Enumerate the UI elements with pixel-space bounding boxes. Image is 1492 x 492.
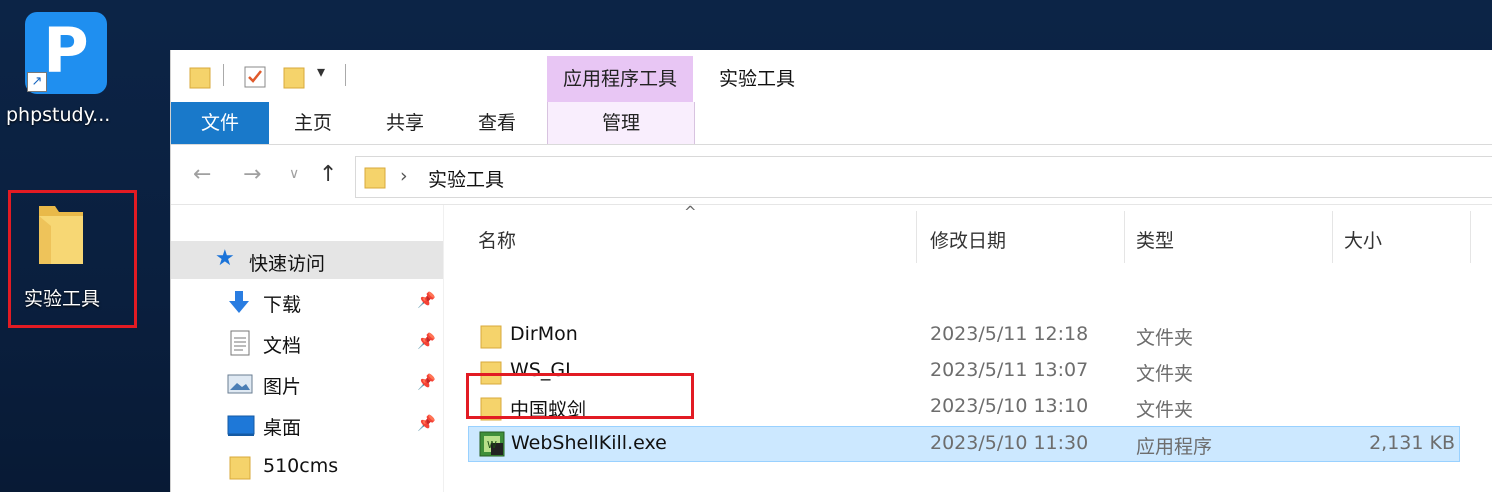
table-row-selected[interactable]: W WebShellKill.exe 2023/5/10 11:30 应用程序 … xyxy=(468,426,1460,462)
file-name: DirMon xyxy=(510,323,578,345)
tab-view[interactable]: 查看 xyxy=(467,102,527,144)
new-folder-icon[interactable] xyxy=(283,64,305,90)
quick-access-toolbar: ▾ 应用程序工具 实验工具 xyxy=(171,50,1492,102)
tab-share[interactable]: 共享 xyxy=(375,102,435,144)
qat-separator xyxy=(223,64,224,86)
document-icon xyxy=(230,330,250,356)
tab-home[interactable]: 主页 xyxy=(283,102,343,144)
up-arrow-icon[interactable]: ↑ xyxy=(319,162,337,187)
highlight-box-desktop-folder xyxy=(8,190,137,328)
nav-item-documents[interactable]: 文档 📌 xyxy=(171,323,443,361)
pin-icon[interactable]: 📌 xyxy=(417,373,436,391)
qat-dropdown-icon[interactable]: ▾ xyxy=(317,62,325,81)
column-divider[interactable] xyxy=(1332,211,1333,263)
highlight-box-webshellkill xyxy=(466,373,694,419)
navigation-pane: ★ 快速访问 下载 📌 文档 📌 图片 📌 桌面 📌 510cms xyxy=(171,205,444,492)
window-title: 实验工具 xyxy=(719,68,796,90)
back-arrow-icon[interactable]: ← xyxy=(193,162,211,187)
file-type: 文件夹 xyxy=(1136,399,1194,421)
file-date: 2023/5/11 13:07 xyxy=(930,359,1089,381)
column-header-type[interactable]: 类型 xyxy=(1136,215,1174,267)
nav-item-quick-access[interactable]: ★ 快速访问 xyxy=(171,241,443,279)
file-type: 应用程序 xyxy=(1136,436,1213,458)
pin-icon[interactable]: 📌 xyxy=(417,332,436,350)
nav-item-label: 图片 xyxy=(263,376,302,398)
file-type: 文件夹 xyxy=(1136,327,1194,349)
folder-icon xyxy=(480,325,502,349)
file-size: 2,131 KB xyxy=(1369,432,1455,454)
nav-item-label: 下载 xyxy=(263,294,302,316)
svg-text:W: W xyxy=(487,440,497,451)
breadcrumb-chevron-icon[interactable]: › xyxy=(400,165,408,187)
nav-item-510cms[interactable]: 510cms xyxy=(171,447,443,485)
desktop-icon-label-phpstudy[interactable]: phpstudy... xyxy=(6,104,110,126)
table-row[interactable]: DirMon 2023/5/11 12:18 文件夹 xyxy=(468,318,1468,354)
contextual-tab-header: 应用程序工具 xyxy=(547,56,693,102)
qat-folder-icon[interactable] xyxy=(189,64,211,90)
download-arrow-icon xyxy=(229,291,249,313)
pin-icon[interactable]: 📌 xyxy=(417,291,436,309)
file-date: 2023/5/11 12:18 xyxy=(930,323,1089,345)
column-divider[interactable] xyxy=(1470,211,1471,263)
nav-item-label: 快速访问 xyxy=(249,253,326,275)
picture-icon xyxy=(227,374,253,394)
pin-icon[interactable]: 📌 xyxy=(417,414,436,432)
file-type: 文件夹 xyxy=(1136,363,1194,385)
file-list: ^ 名称 修改日期 类型 大小 DirMon 2023/5/11 12:18 文… xyxy=(444,203,1492,492)
file-date: 2023/5/10 13:10 xyxy=(930,395,1089,417)
column-header-name[interactable]: 名称 xyxy=(478,215,516,267)
column-divider[interactable] xyxy=(916,211,917,263)
ribbon-tabs: 文件 主页 共享 查看 管理 xyxy=(171,102,1492,145)
nav-item-pictures[interactable]: 图片 📌 xyxy=(171,364,443,402)
php-letter: P xyxy=(43,14,89,87)
folder-icon xyxy=(229,456,251,480)
nav-item-label: 510cms xyxy=(263,455,339,477)
tab-file[interactable]: 文件 xyxy=(171,102,269,144)
nav-item-desktop[interactable]: 桌面 📌 xyxy=(171,405,443,443)
file-name: WebShellKill.exe xyxy=(511,432,667,454)
file-explorer-window: ▾ 应用程序工具 实验工具 文件 主页 共享 查看 管理 ← → ∨ ↑ › 实… xyxy=(170,50,1492,492)
column-divider[interactable] xyxy=(1124,211,1125,263)
webshellkill-app-icon: W xyxy=(479,431,505,457)
nav-item-label: 文档 xyxy=(263,335,302,357)
nav-item-downloads[interactable]: 下载 📌 xyxy=(171,282,443,320)
breadcrumb[interactable]: 实验工具 xyxy=(428,165,504,192)
desktop-icon xyxy=(227,415,255,436)
tab-manage[interactable]: 管理 xyxy=(547,102,695,144)
qat-separator-2 xyxy=(345,64,346,86)
address-bar[interactable]: › 实验工具 xyxy=(355,156,1492,198)
nav-item-label: 桌面 xyxy=(263,417,302,439)
shortcut-arrow-icon: ↗ xyxy=(27,72,47,92)
phpstudy-app-icon[interactable]: P ↗ xyxy=(25,12,107,94)
star-icon: ★ xyxy=(215,246,235,271)
navigation-bar: ← → ∨ ↑ › 实验工具 xyxy=(171,150,1492,205)
properties-check-icon[interactable] xyxy=(243,64,267,90)
sort-ascending-icon: ^ xyxy=(684,203,697,221)
address-folder-icon xyxy=(364,167,386,189)
file-date: 2023/5/10 11:30 xyxy=(930,432,1089,454)
column-header-size[interactable]: 大小 xyxy=(1344,215,1382,267)
column-header-date[interactable]: 修改日期 xyxy=(930,215,1006,267)
recent-dropdown-icon[interactable]: ∨ xyxy=(289,166,299,182)
forward-arrow-icon[interactable]: → xyxy=(243,162,261,187)
